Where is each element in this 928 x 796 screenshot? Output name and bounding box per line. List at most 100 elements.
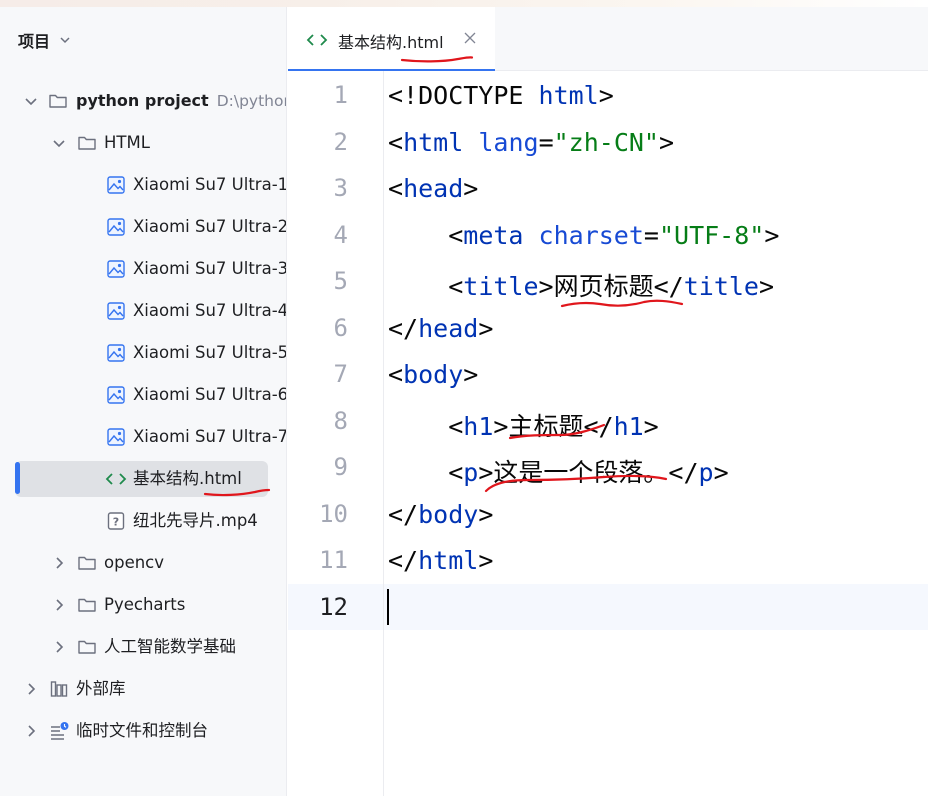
code-line-7[interactable]: 7 <body> — [288, 352, 928, 399]
line-number: 4 — [333, 220, 348, 249]
code-line-5[interactable]: 5 <title>网页标题</title> — [288, 259, 928, 308]
tree-node-label: python project D:\python — [76, 90, 286, 112]
line-number: 5 — [333, 267, 348, 295]
code-line-1[interactable]: 1 <!DOCTYPE html> — [288, 73, 928, 120]
code-line-11[interactable]: 11 </html> — [288, 538, 928, 585]
line-number: 9 — [333, 453, 348, 481]
library-icon — [50, 681, 68, 697]
editor-tab-label: 基本结构.html — [338, 33, 444, 52]
tree-node-ai-math-folder[interactable]: 人工智能数学基础 — [0, 626, 286, 668]
project-view-header[interactable]: 项目 — [18, 29, 72, 51]
tree-node-external-libraries[interactable]: 外部库 — [0, 668, 286, 710]
chevron-right-icon[interactable] — [24, 682, 38, 696]
project-tool-window: 项目 python project D:\python HTML Xiaomi S… — [0, 7, 287, 796]
code-line-12[interactable]: 12 — [288, 585, 928, 632]
chevron-down-icon[interactable] — [52, 136, 66, 150]
chevron-right-icon[interactable] — [52, 598, 66, 612]
tree-node-image-file[interactable]: Xiaomi Su7 Ultra-7. — [0, 416, 286, 458]
tree-node-label: Xiaomi Su7 Ultra-1. — [133, 175, 286, 194]
tree-node-scratches-consoles[interactable]: 临时文件和控制台 — [0, 710, 286, 752]
tree-node-image-file[interactable]: Xiaomi Su7 Ultra-6. — [0, 374, 286, 416]
tree-node-label: Xiaomi Su7 Ultra-4. — [133, 301, 286, 320]
red-annotation-underline — [400, 56, 474, 63]
folder-icon — [78, 136, 96, 150]
tree-node-pyecharts-folder[interactable]: Pyecharts — [0, 584, 286, 626]
line-number: 10 — [319, 499, 348, 528]
code-text: <!DOCTYPE html> — [388, 81, 614, 110]
scratch-console-icon — [51, 722, 69, 740]
code-text: </head> — [388, 313, 494, 343]
tree-node-label: 人工智能数学基础 — [104, 637, 236, 656]
tree-node-html-file-selected[interactable]: 基本结构.html — [0, 458, 286, 500]
tree-node-label: opencv — [104, 553, 165, 572]
red-annotation-underline — [508, 423, 606, 439]
folder-icon — [49, 94, 67, 108]
tree-node-video-file[interactable]: ? 纽北先导片.mp4 — [0, 500, 286, 542]
code-text: <body> — [388, 360, 479, 389]
code-line-4[interactable]: 4 <meta charset="UTF-8"> — [288, 213, 928, 260]
tree-node-image-file[interactable]: Xiaomi Su7 Ultra-1. — [0, 164, 286, 206]
line-number: 11 — [319, 546, 348, 574]
tree-node-label: 纽北先导片.mp4 — [133, 511, 258, 530]
line-number: 6 — [333, 313, 348, 342]
tree-node-html-folder[interactable]: HTML — [0, 122, 286, 164]
image-file-icon — [107, 428, 125, 446]
code-text: </html> — [388, 546, 494, 575]
tree-node-label: Pyecharts — [104, 595, 186, 614]
code-line-2[interactable]: 2 <html lang="zh-CN"> — [288, 120, 928, 167]
red-annotation-underline — [203, 488, 271, 497]
chevron-right-icon[interactable] — [24, 724, 38, 738]
line-number: 1 — [333, 81, 348, 109]
tree-node-image-file[interactable]: Xiaomi Su7 Ultra-2. — [0, 206, 286, 248]
project-path: D:\python — [216, 92, 286, 110]
image-file-icon — [107, 302, 125, 320]
chevron-down-icon[interactable] — [24, 94, 38, 108]
project-view-title: 项目 — [18, 32, 51, 51]
line-number: 2 — [333, 127, 348, 156]
line-number: 8 — [333, 406, 348, 435]
code-line-6[interactable]: 6 </head> — [288, 306, 928, 353]
tree-node-label: Xiaomi Su7 Ultra-3. — [133, 259, 286, 278]
tree-node-image-file[interactable]: Xiaomi Su7 Ultra-4. — [0, 290, 286, 332]
editor-tab-active[interactable]: 基本结构.html — [288, 7, 495, 72]
tree-node-image-file[interactable]: Xiaomi Su7 Ultra-3. — [0, 248, 286, 290]
unknown-file-icon: ? — [107, 512, 125, 530]
code-line-3[interactable]: 3 <head> — [288, 166, 928, 213]
line-number: 7 — [333, 360, 348, 388]
tree-node-label: 外部库 — [76, 679, 126, 698]
chevron-right-icon[interactable] — [52, 556, 66, 570]
tree-node-python-project[interactable]: python project D:\python — [0, 80, 286, 122]
line-number: 3 — [333, 174, 348, 202]
code-line-10[interactable]: 10 </body> — [288, 492, 928, 539]
tree-node-label: Xiaomi Su7 Ultra-7. — [133, 427, 286, 446]
line-number: 12 — [319, 592, 348, 621]
project-tree: python project D:\python HTML Xiaomi Su7 … — [0, 80, 286, 752]
tree-node-label: Xiaomi Su7 Ultra-5. — [133, 343, 286, 362]
window-top-stripe — [0, 0, 928, 7]
image-file-icon — [107, 344, 125, 362]
chevron-down-icon[interactable] — [58, 33, 72, 47]
tree-node-label: Xiaomi Su7 Ultra-2. — [133, 217, 286, 236]
text-caret — [387, 589, 389, 625]
image-file-icon — [107, 386, 125, 404]
code-line-9[interactable]: 9 <p>这是一个段落。</p> — [288, 445, 928, 493]
code-line-8[interactable]: 8 <h1>主标题</h1> — [288, 399, 928, 446]
tree-node-label: Xiaomi Su7 Ultra-6. — [133, 385, 286, 404]
tree-node-image-file[interactable]: Xiaomi Su7 Ultra-5. — [0, 332, 286, 374]
html-file-icon — [105, 473, 127, 485]
image-file-icon — [107, 260, 125, 278]
html-file-icon — [306, 34, 328, 46]
code-text: <html lang="zh-CN"> — [388, 127, 675, 157]
code-text: <meta charset="UTF-8"> — [388, 220, 780, 250]
chevron-right-icon[interactable] — [52, 640, 66, 654]
image-file-icon — [107, 218, 125, 236]
tree-node-opencv-folder[interactable]: opencv — [0, 542, 286, 584]
svg-text:?: ? — [113, 516, 119, 529]
editor-tab-bar: 基本结构.html — [288, 7, 928, 72]
image-file-icon — [107, 176, 125, 194]
tree-node-label: HTML — [104, 133, 150, 152]
tree-node-label: 临时文件和控制台 — [76, 721, 208, 740]
folder-icon — [78, 640, 96, 654]
close-icon[interactable] — [463, 31, 477, 45]
code-text: <head> — [388, 174, 479, 203]
